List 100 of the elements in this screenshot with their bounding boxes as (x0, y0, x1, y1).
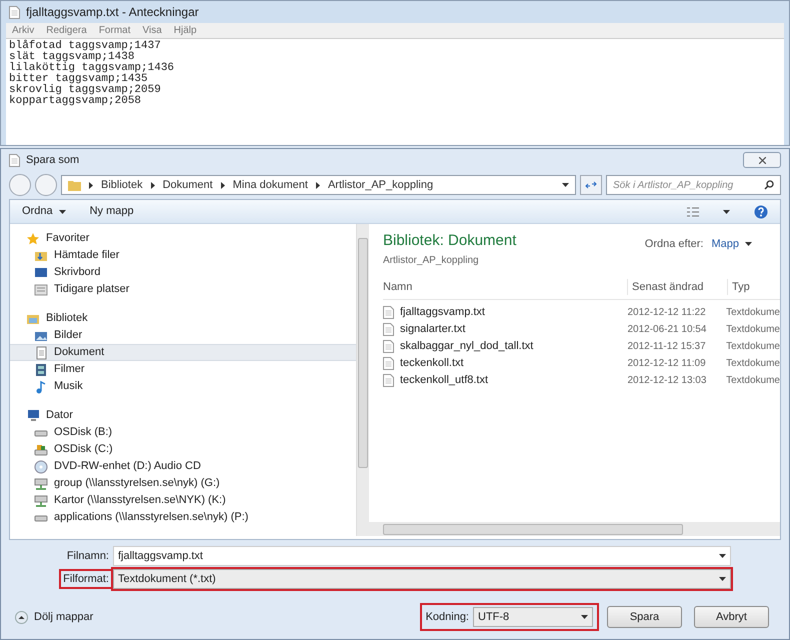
column-header[interactable]: Typ (727, 278, 780, 296)
breadcrumb-item[interactable]: Artlistor_AP_koppling (328, 176, 434, 194)
document-icon (383, 356, 394, 370)
menu-item[interactable]: Redigera (46, 23, 87, 38)
network-drive-icon (34, 476, 48, 490)
back-button[interactable] (9, 174, 31, 196)
file-row[interactable]: skalbaggar_nyl_dod_tall.txt 2012-11-12 15:37 Textdokume (383, 338, 780, 354)
breadcrumb-item[interactable]: Dokument (162, 176, 213, 194)
window-icon (34, 282, 48, 296)
column-header[interactable]: Namn (383, 278, 627, 296)
text-line: skrovlig taggsvamp;2059 (9, 85, 162, 96)
library-title: Bibliotek: Dokument (383, 231, 516, 251)
close-button[interactable] (743, 152, 781, 168)
view-options-icon[interactable] (687, 206, 699, 216)
type-cell-text: Textdokume (725, 356, 780, 370)
document-icon (383, 306, 394, 318)
scroll-thumb[interactable] (383, 524, 683, 534)
document-icon (9, 6, 20, 18)
encoding-dropdown[interactable]: UTF-8 (473, 607, 593, 627)
folder-subtitle: Artlistor_AP_koppling (383, 254, 480, 268)
file-row[interactable]: teckenkoll.txt 2012-12-12 11:09 Textdokume (383, 354, 780, 372)
refresh-button[interactable] (580, 175, 602, 195)
chevron-icon (220, 182, 225, 188)
type-cell-text: Textdokume (725, 374, 780, 388)
forward-button[interactable] (35, 174, 57, 196)
search-field[interactable]: Sök i Artlistor_AP_koppling (606, 175, 781, 195)
date-cell-text: 2012-12-12 11:09 (626, 356, 707, 370)
save-button[interactable]: Spara (607, 606, 682, 628)
new-folder-button[interactable]: Ny mapp (90, 203, 134, 220)
star-icon (26, 232, 40, 246)
nav-item[interactable]: Kartor (\\lansstyrelsen.se\NYK) (K:) (10, 492, 356, 509)
sort-dropdown[interactable]: Mapp (711, 236, 752, 252)
horizontal-scrollbar[interactable] (369, 522, 780, 536)
computer-icon (26, 408, 40, 422)
close-icon (758, 156, 766, 164)
nav-item[interactable]: Filmer (10, 361, 356, 378)
chevron-icon (316, 182, 320, 188)
nav-item[interactable]: Bilder (10, 327, 356, 344)
nav-item[interactable]: applications (\\lansstyrelsen.se\nyk) (P:) (10, 509, 356, 526)
type-cell-text: Textdokume (725, 340, 780, 354)
date-cell-text: 2012-12-12 13:03 (626, 374, 708, 388)
dialog-title: Spara som (26, 152, 80, 168)
nav-item[interactable]: group (\\lansstyrelsen.se\nyk) (G:) (10, 475, 356, 492)
nav-item[interactable]: Dokument (10, 344, 356, 361)
text-line: koppartaggsvamp;2058 (9, 96, 142, 107)
date-cell-text: 2012-06-21 10:54 (626, 322, 708, 336)
nav-section[interactable]: Favoriter (46, 230, 90, 247)
caret-icon (745, 242, 752, 246)
film-icon (34, 362, 48, 376)
nav-item[interactable]: Skrivbord (10, 264, 356, 281)
breadcrumb-item[interactable]: Mina dokument (232, 176, 308, 194)
chevron-icon (89, 182, 93, 188)
disc-icon (34, 460, 48, 474)
drive-icon (34, 442, 48, 456)
menu-item[interactable]: Hjälp (174, 23, 197, 38)
chevron-icon (150, 182, 155, 188)
cancel-button[interactable]: Avbryt (694, 606, 769, 628)
document-icon (383, 340, 394, 352)
file-row[interactable]: signalarter.txt 2012-06-21 10:54 Textdokume (383, 320, 780, 338)
nav-section[interactable]: Bibliotek (46, 310, 88, 327)
date-cell-text: 2012-12-12 11:22 (626, 306, 707, 320)
caret-icon (719, 554, 726, 558)
filename-field[interactable]: fjalltaggsvamp.txt (113, 546, 731, 566)
nav-item[interactable]: Musik (10, 378, 356, 395)
monitor-icon (34, 266, 48, 280)
organize-button[interactable]: Ordna (22, 203, 66, 220)
caret-icon (581, 615, 588, 619)
breadcrumb-item[interactable]: Bibliotek (101, 176, 143, 194)
nav-item[interactable]: Tidigare platser (10, 281, 356, 298)
chevron-up-icon (15, 610, 28, 624)
type-cell-text: Textdokume (725, 322, 780, 336)
nav-item[interactable]: OSDisk (B:) (10, 424, 356, 441)
caret-icon (719, 576, 726, 581)
scroll-thumb[interactable] (358, 238, 368, 468)
menu-item[interactable]: Visa (142, 23, 162, 38)
search-icon (764, 180, 774, 190)
caret-icon (562, 183, 569, 187)
menu-item[interactable]: Format (98, 23, 130, 38)
folder-icon (68, 179, 81, 191)
address-bar[interactable]: Bibliotek Dokument Mina dokument Artlistor_AP_koppling (61, 175, 576, 195)
nav-item[interactable]: Hämtade filer (10, 247, 356, 264)
vertical-scrollbar[interactable] (356, 224, 369, 536)
text-area[interactable]: blåfotad taggsvamp;1437 slät taggsvamp;1438 lilaköttig taggsvamp;1436 bitter taggsvamp;1435 skrovlig taggsvamp;2059 koppartaggsvamp;2058 (6, 39, 784, 145)
file-row[interactable]: fjalltaggsvamp.txt 2012-12-12 11:22 Textdokume (383, 304, 780, 320)
hide-folders-button[interactable]: Dölj mappar (15, 608, 94, 626)
menu-item[interactable]: Arkiv (12, 23, 34, 38)
field-label: Filnamn: (66, 549, 110, 564)
search-input[interactable]: Sök i Artlistor_AP_koppling (613, 178, 764, 192)
nav-section[interactable]: Dator (46, 407, 73, 424)
file-row[interactable]: teckenkoll_utf8.txt 2012-12-12 13:03 Textdokume (383, 372, 780, 388)
text-line: slät taggsvamp;1438 (9, 52, 134, 63)
field-label: Kodning: (426, 610, 469, 625)
nav-item[interactable]: OSDisk (C:) (10, 441, 356, 458)
filetype-dropdown[interactable]: Textdokument (*.txt) (113, 568, 731, 589)
date-cell-text: 2012-11-12 15:37 (626, 340, 707, 354)
caret-icon (723, 210, 730, 214)
help-icon[interactable] (754, 204, 768, 218)
nav-item[interactable]: DVD-RW-enhet (D:) Audio CD (10, 458, 356, 475)
column-header[interactable]: Senast ändrad (627, 278, 727, 296)
text-line: lilaköttig taggsvamp;1436 (9, 63, 176, 74)
